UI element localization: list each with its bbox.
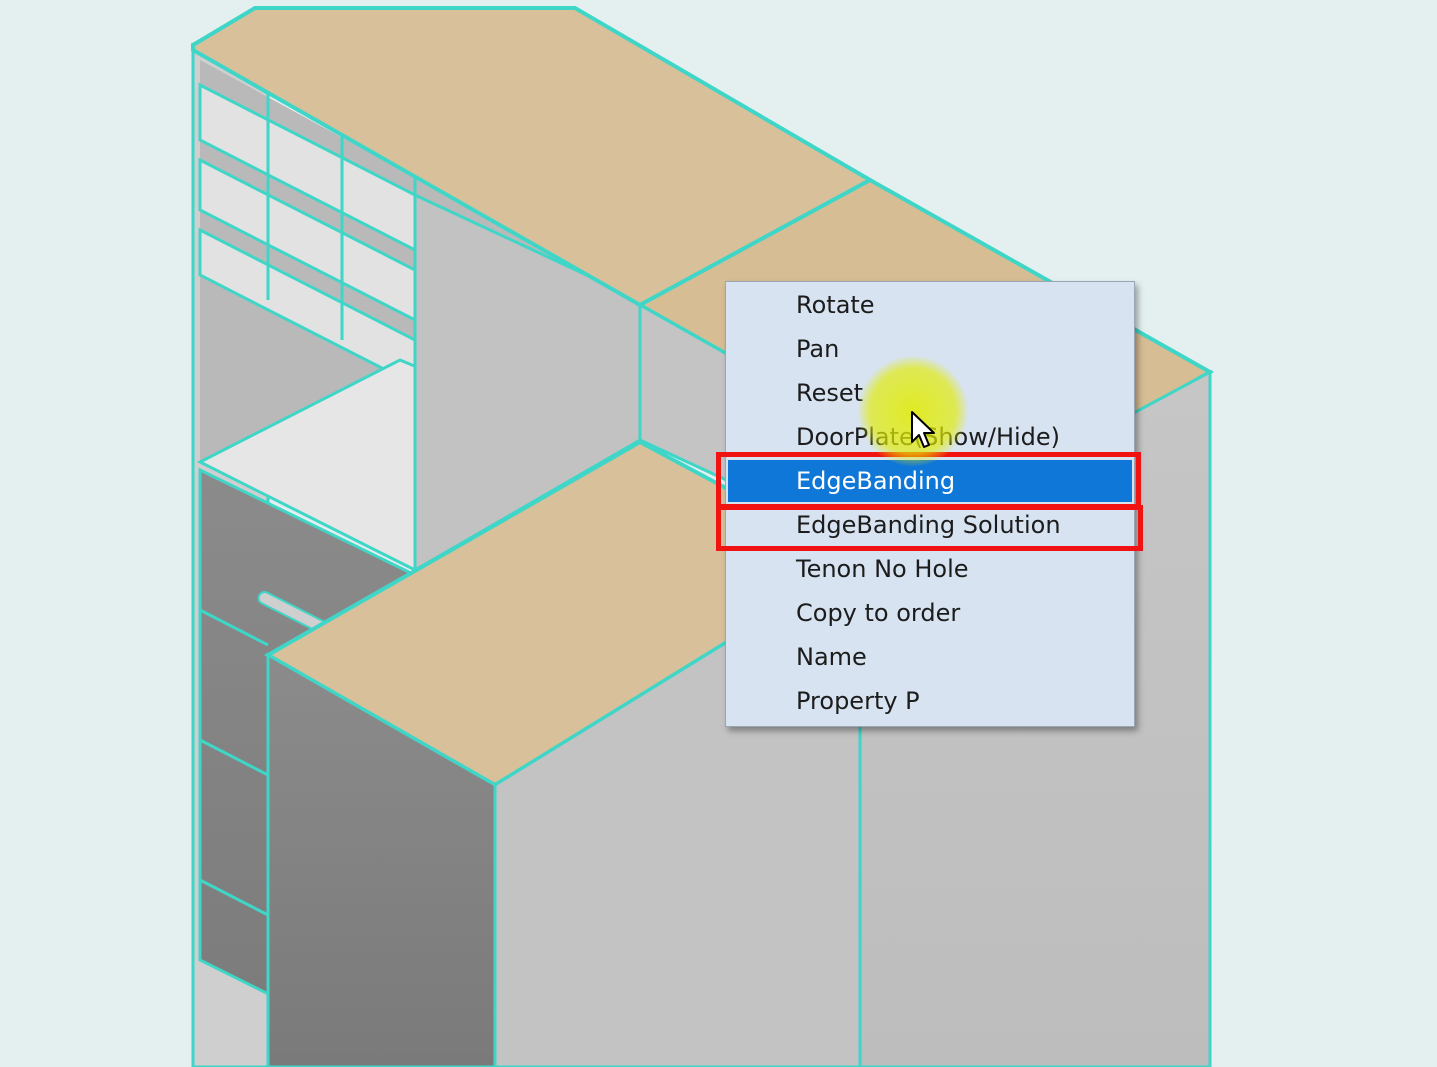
context-menu: Rotate Pan Reset DoorPlate(Show/Hide) Ed… — [725, 281, 1135, 727]
menu-item-edgebanding[interactable]: EdgeBanding — [728, 460, 1132, 502]
menu-item-tenon-no-hole[interactable]: Tenon No Hole — [728, 548, 1132, 590]
menu-item-rotate[interactable]: Rotate — [728, 284, 1132, 326]
menu-item-property[interactable]: Property P — [728, 680, 1132, 722]
3d-viewport[interactable]: Rotate Pan Reset DoorPlate(Show/Hide) Ed… — [0, 0, 1437, 1067]
menu-item-copy-to-order[interactable]: Copy to order — [728, 592, 1132, 634]
menu-item-name[interactable]: Name — [728, 636, 1132, 678]
menu-item-reset[interactable]: Reset — [728, 372, 1132, 414]
menu-item-pan[interactable]: Pan — [728, 328, 1132, 370]
menu-item-edgebanding-solution[interactable]: EdgeBanding Solution — [728, 504, 1132, 546]
menu-item-doorplate[interactable]: DoorPlate(Show/Hide) — [728, 416, 1132, 458]
cabinet-3d-model[interactable] — [0, 0, 1437, 1067]
